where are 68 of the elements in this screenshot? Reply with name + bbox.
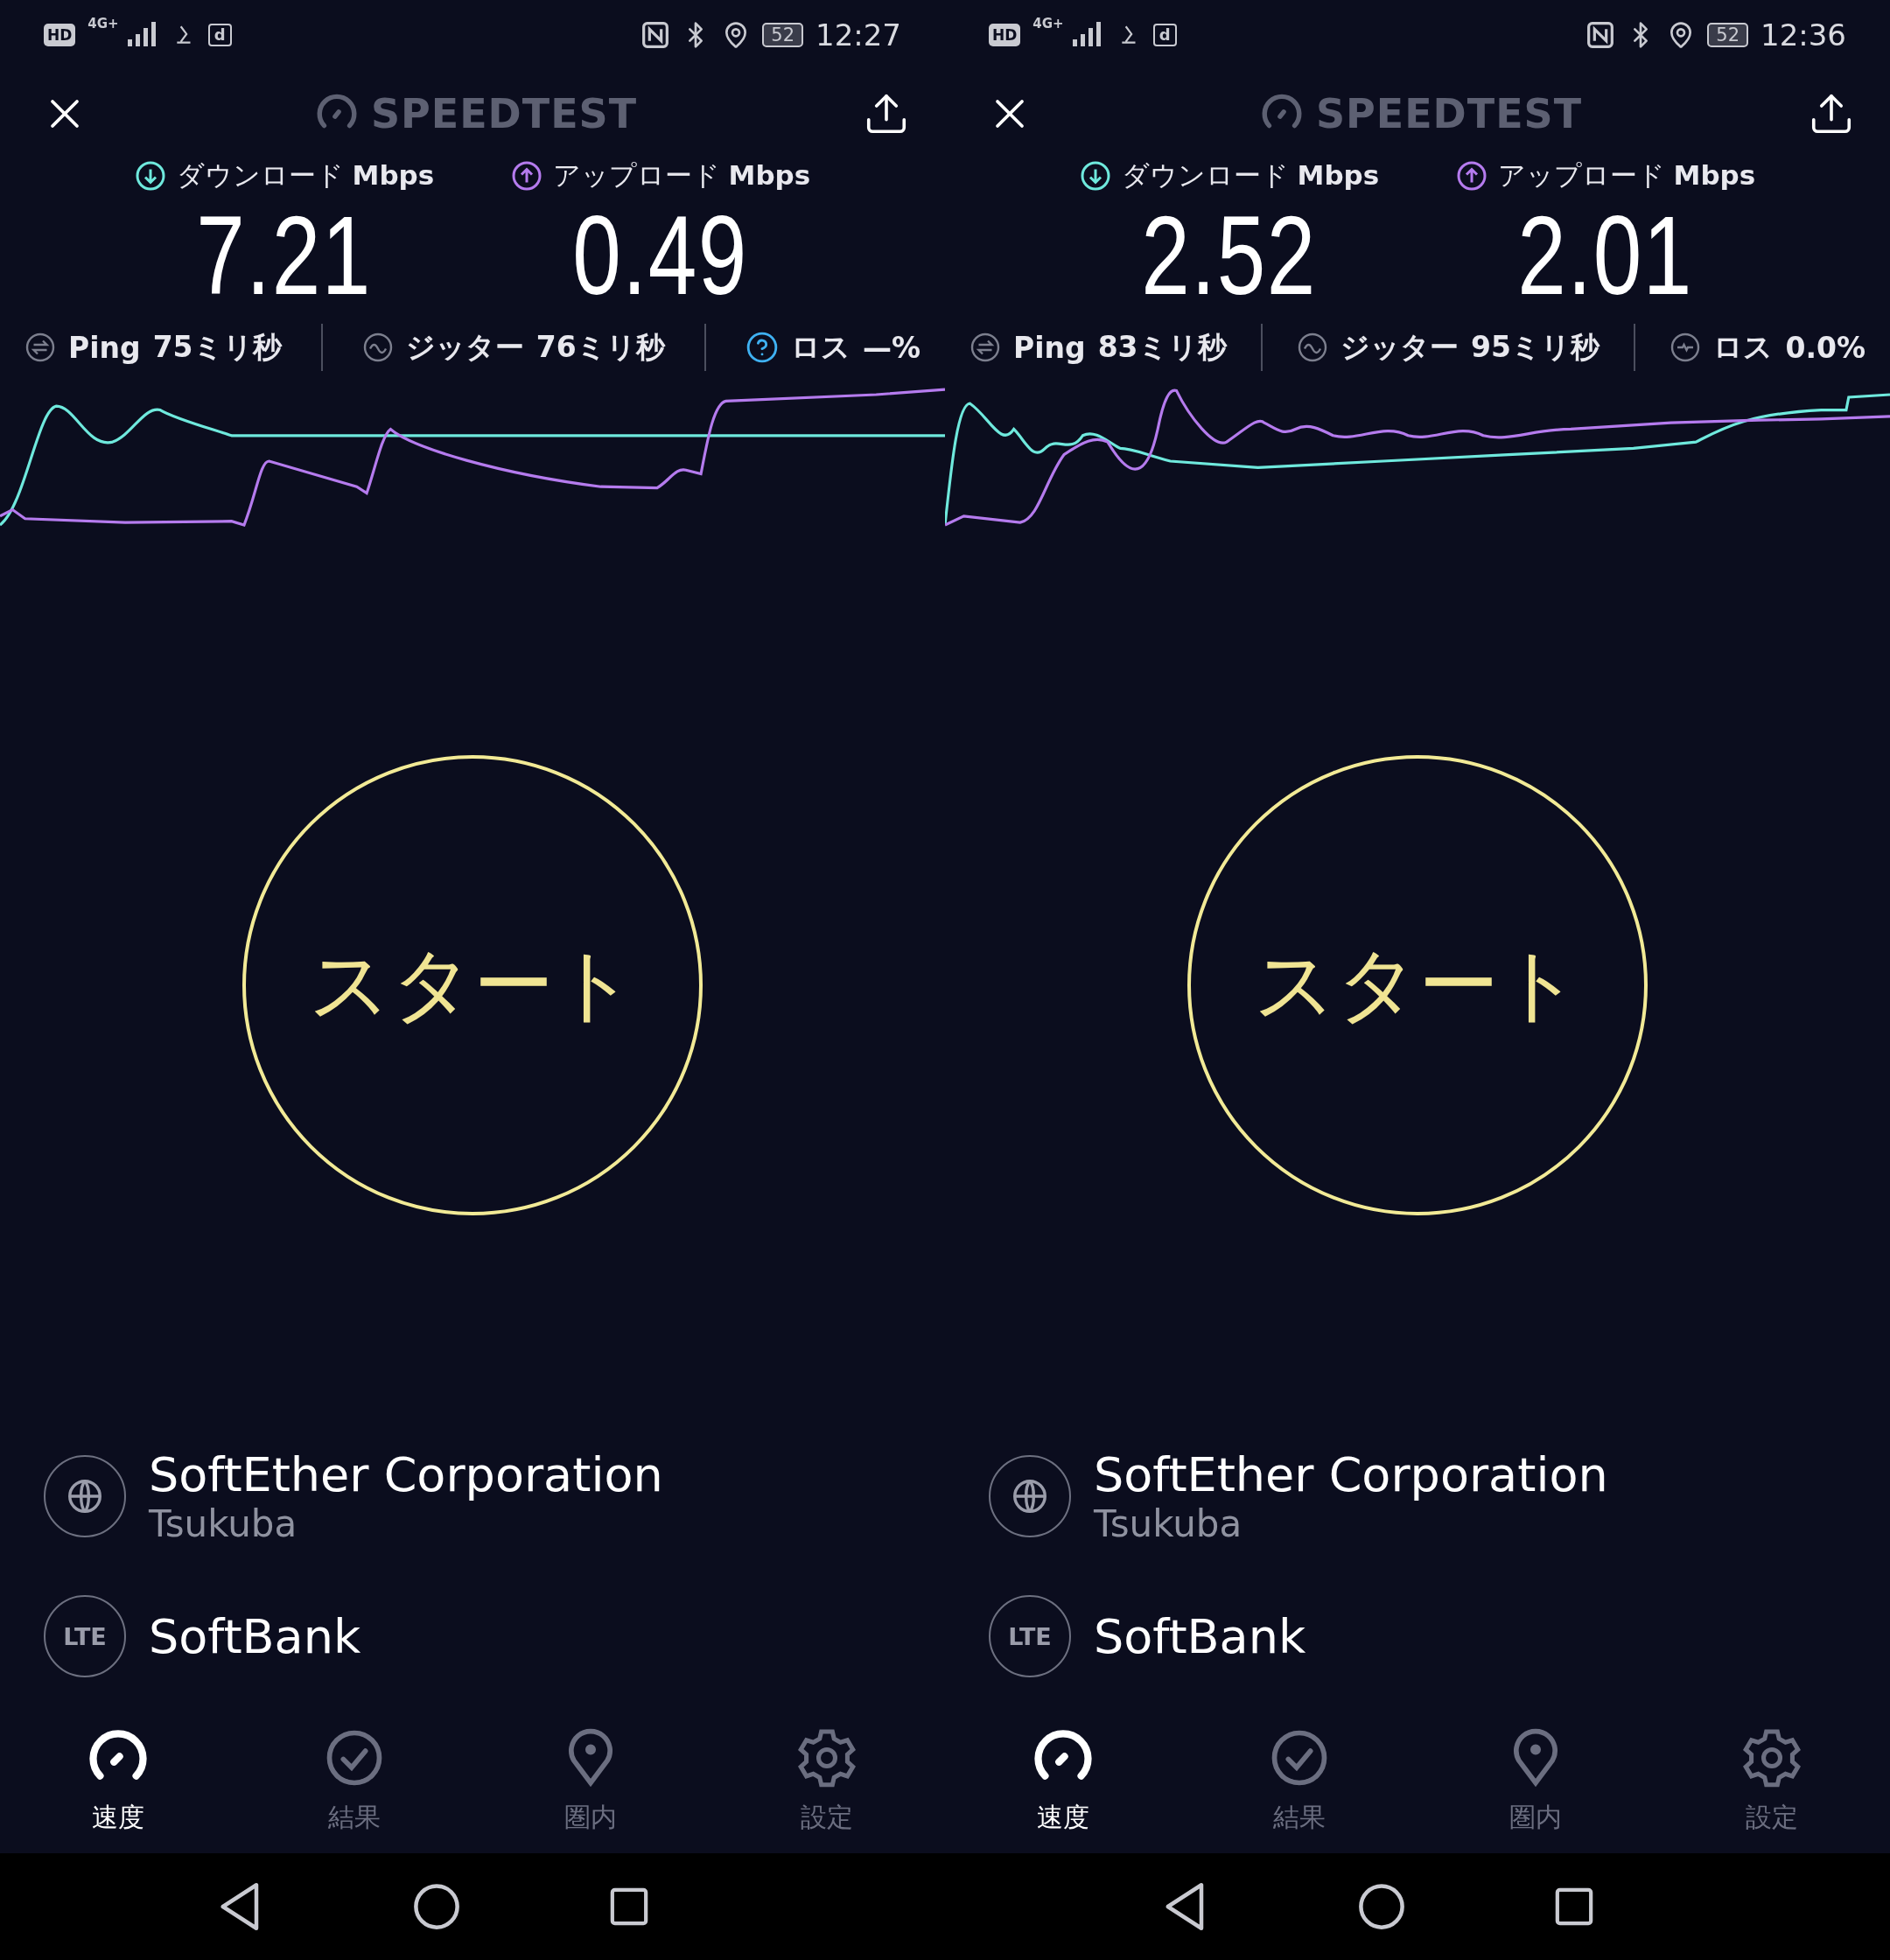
upload-icon: [1455, 160, 1488, 192]
clock-time: 12:36: [1760, 18, 1846, 52]
speed-value: 7.21: [196, 194, 373, 317]
carrier-name: SoftBank: [1094, 1608, 1306, 1664]
hd-badge: HD: [44, 24, 76, 46]
download-icon: [1079, 160, 1111, 192]
notification-icon: d: [207, 24, 232, 46]
speed-value: 2.52: [1141, 194, 1318, 317]
nav-tab[interactable]: 速度: [945, 1723, 1181, 1837]
upload-icon: [510, 160, 542, 192]
home-icon[interactable]: [413, 1883, 460, 1930]
nav-tab[interactable]: 圏内: [1418, 1723, 1654, 1837]
home-icon[interactable]: [1358, 1883, 1405, 1930]
wave-icon: [1297, 332, 1329, 363]
download-icon: [134, 160, 166, 192]
speed-label: ダウンロード Mbps: [176, 158, 435, 192]
server-name: SoftEther Corporation: [1094, 1447, 1608, 1502]
notification-icon: d: [1152, 24, 1177, 46]
stat-value: 75ミリ秒: [152, 328, 282, 366]
nav-tab[interactable]: 設定: [709, 1723, 945, 1837]
carrier-name: SoftBank: [149, 1608, 361, 1664]
battery-indicator: 52: [762, 23, 803, 47]
ping-icon: [24, 332, 56, 363]
network-type: 4G+: [1032, 16, 1064, 32]
nav-tab[interactable]: 速度: [0, 1723, 236, 1837]
network-badge: LTE: [44, 1595, 126, 1677]
network-badge: LTE: [989, 1595, 1071, 1677]
server-location: Tsukuba: [1094, 1502, 1243, 1545]
help-icon: [745, 331, 779, 364]
stat-label: ロス: [1713, 328, 1774, 366]
speed-label: ダウンロード Mbps: [1121, 158, 1380, 192]
stat-label: Ping: [68, 330, 141, 365]
server-location: Tsukuba: [149, 1502, 298, 1545]
stat-value: 0.0%: [1785, 330, 1866, 365]
nav-tab[interactable]: 設定: [1654, 1723, 1890, 1837]
stat-value: 76ミリ秒: [536, 328, 665, 366]
hd-badge: HD: [989, 24, 1021, 46]
stat-value: —%: [862, 330, 920, 365]
start-button[interactable]: スタート: [1187, 755, 1648, 1215]
ping-icon: [970, 332, 1001, 363]
recents-icon[interactable]: [1554, 1886, 1594, 1927]
battery-indicator: 52: [1707, 23, 1748, 47]
clock-time: 12:27: [816, 18, 901, 52]
nav-tab[interactable]: 圏内: [472, 1723, 709, 1837]
stat-value: 83ミリ秒: [1097, 328, 1227, 366]
speed-label: アップロード Mbps: [1497, 158, 1756, 192]
app-title: SPEEDTEST: [370, 90, 638, 137]
nfc-icon: [1586, 21, 1615, 49]
start-button[interactable]: スタート: [242, 755, 703, 1215]
speed-value: 2.01: [1517, 194, 1694, 317]
stat-label: ロス: [790, 328, 850, 366]
globe-icon: [44, 1455, 126, 1537]
wave-icon: [361, 332, 394, 363]
server-name: SoftEther Corporation: [149, 1447, 663, 1502]
nav-tab[interactable]: 結果: [1181, 1723, 1418, 1837]
pulse-icon: [1670, 332, 1702, 363]
network-type: 4G+: [88, 16, 119, 32]
speed-label: アップロード Mbps: [552, 158, 811, 192]
stat-value: 95ミリ秒: [1471, 328, 1600, 366]
recents-icon[interactable]: [609, 1886, 649, 1927]
nfc-icon: [641, 21, 670, 49]
stat-label: Ping: [1013, 330, 1086, 365]
nav-tab[interactable]: 結果: [236, 1723, 472, 1837]
app-title: SPEEDTEST: [1315, 90, 1583, 137]
stat-label: ジッター: [405, 328, 524, 366]
globe-icon: [989, 1455, 1071, 1537]
stat-label: ジッター: [1340, 328, 1460, 366]
speed-value: 0.49: [572, 194, 749, 317]
